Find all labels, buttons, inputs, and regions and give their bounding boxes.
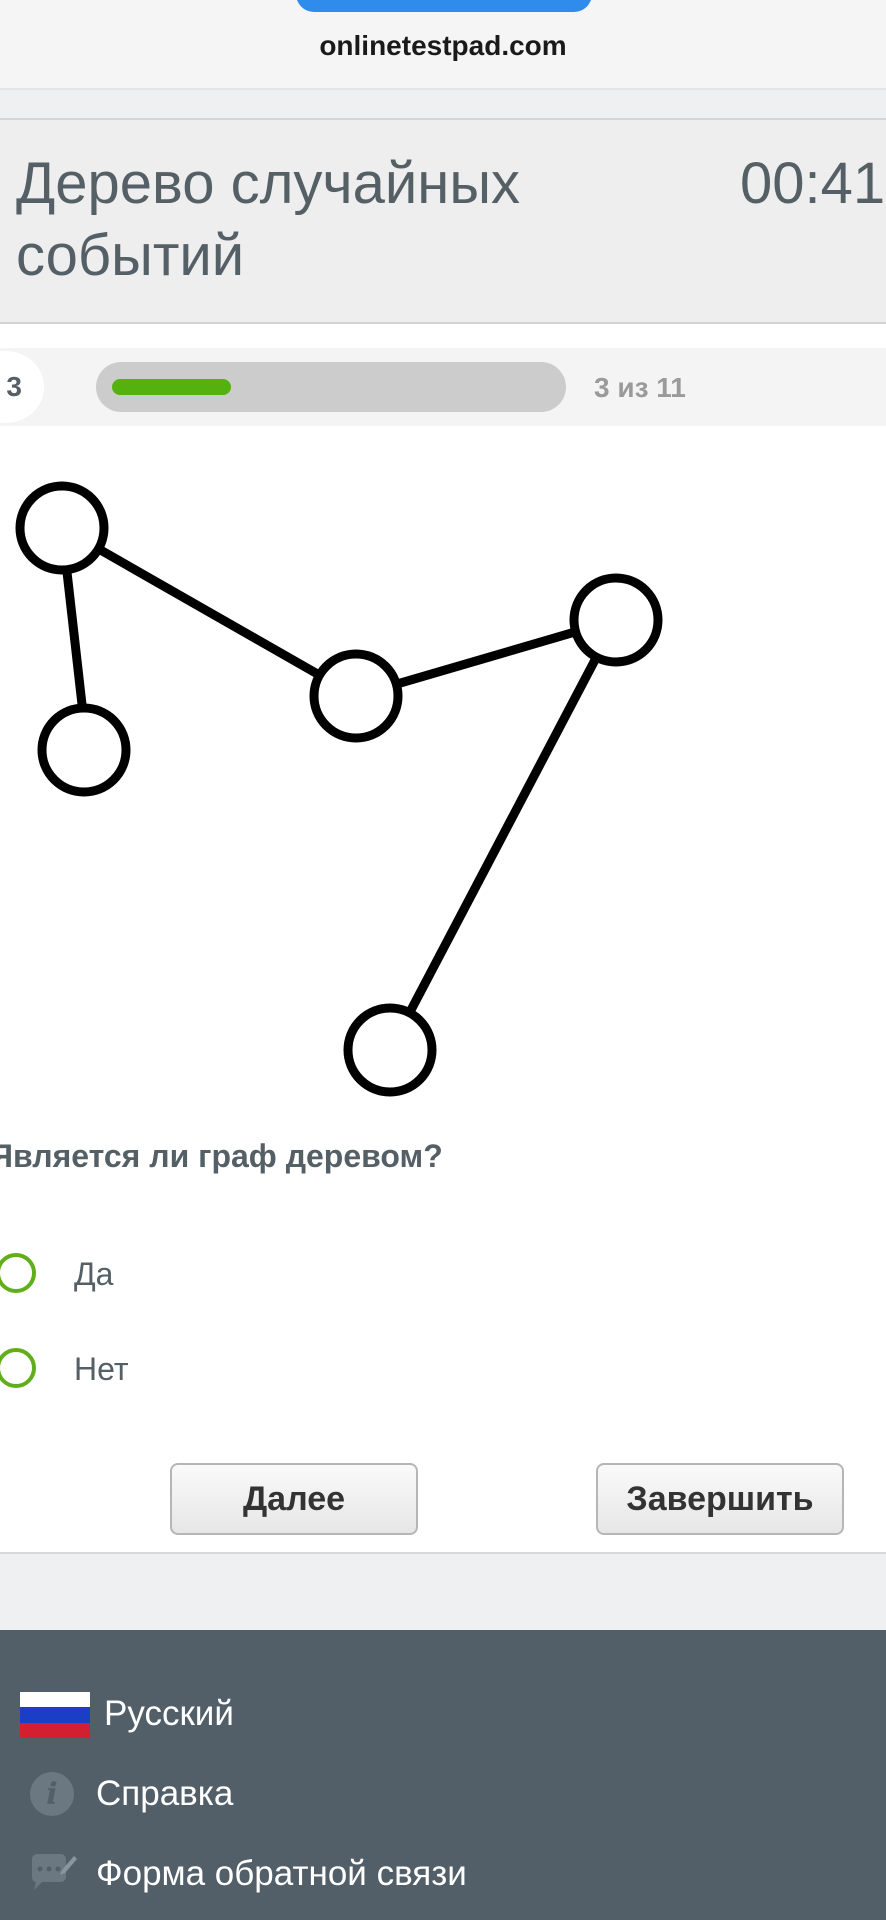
answer-option-yes[interactable]: Да — [0, 1248, 400, 1308]
next-button[interactable]: Далее — [170, 1463, 418, 1535]
russian-flag-icon — [20, 1692, 90, 1738]
answer-label-no[interactable]: Нет — [74, 1351, 129, 1388]
footer: Русский i Справка Форма обратной связи — [0, 1630, 886, 1920]
footer-language-label[interactable]: Русский — [104, 1694, 234, 1734]
browser-url-bar[interactable]: onlinetestpad.com — [0, 0, 886, 88]
radio-yes[interactable] — [0, 1253, 36, 1293]
page-bottom-border — [0, 1552, 886, 1554]
graph-node — [569, 573, 663, 667]
progress-bar-fill — [112, 379, 231, 395]
url-bar-divider — [0, 88, 886, 90]
url-text[interactable]: onlinetestpad.com — [0, 30, 886, 62]
graph-node — [343, 1003, 437, 1097]
question-text: Является ли граф деревом? — [0, 1138, 443, 1174]
footer-help-link[interactable]: i Справка — [0, 1768, 600, 1828]
test-page: Дерево случайных событий 00:41 3 3 из 11… — [0, 118, 886, 1552]
progress-row: 3 3 из 11 — [0, 348, 886, 426]
test-header: Дерево случайных событий 00:41 — [0, 118, 886, 324]
footer-feedback-label[interactable]: Форма обратной связи — [96, 1854, 467, 1894]
browser-top-pill — [296, 0, 592, 12]
graph-node — [15, 481, 109, 575]
progress-counter: 3 из 11 — [594, 372, 686, 403]
radio-no[interactable] — [0, 1348, 36, 1388]
feedback-chat-icon — [32, 1854, 77, 1890]
graph-image — [15, 481, 663, 1097]
graph-edge — [385, 615, 621, 1055]
question-number-badge: 3 — [0, 351, 44, 423]
footer-language-link[interactable]: Русский — [0, 1688, 600, 1748]
progress-bar — [96, 362, 566, 412]
graph-node — [309, 649, 403, 743]
finish-button[interactable]: Завершить — [596, 1463, 844, 1535]
test-timer: 00:41 — [740, 151, 886, 216]
test-title: Дерево случайных событий — [16, 151, 521, 288]
footer-help-label[interactable]: Справка — [96, 1774, 233, 1814]
graph-edge — [57, 523, 361, 701]
answer-label-yes[interactable]: Да — [74, 1256, 113, 1293]
info-icon: i — [30, 1772, 74, 1816]
answer-option-no[interactable]: Нет — [0, 1343, 400, 1403]
footer-feedback-link[interactable]: Форма обратной связи — [0, 1848, 600, 1908]
graph-node — [37, 703, 131, 797]
